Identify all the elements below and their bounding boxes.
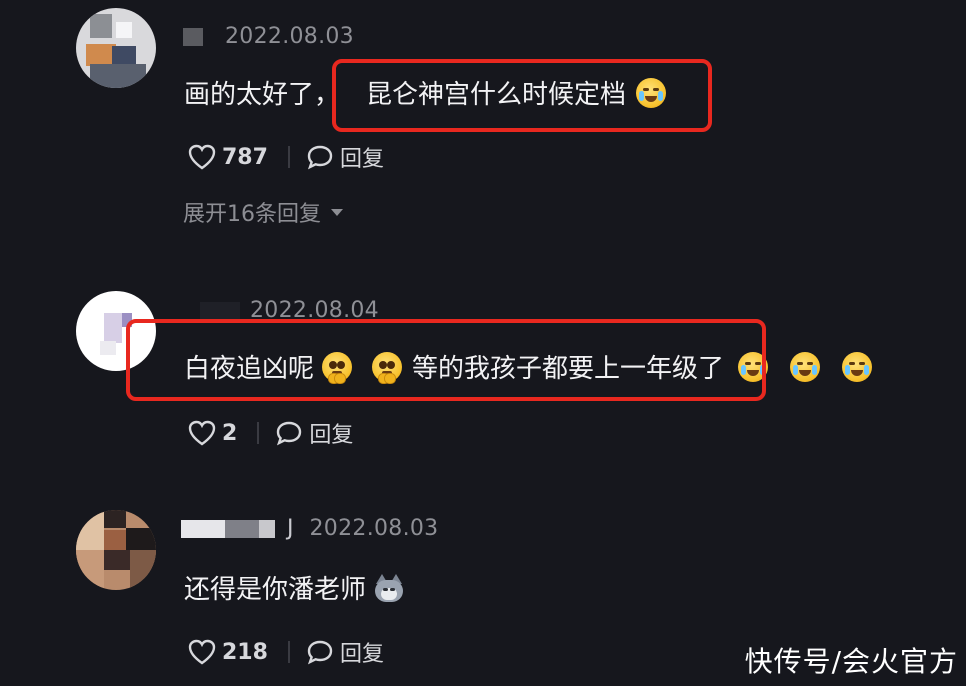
comment-text: 还得是你潘老师 <box>184 569 404 606</box>
divider <box>287 641 290 663</box>
reply-label: 回复 <box>309 423 354 448</box>
comment-bubble-icon <box>277 421 302 446</box>
heart-icon <box>188 144 216 170</box>
tears-of-joy-icon <box>842 351 873 382</box>
like-count: 787 <box>222 144 268 170</box>
username-blurred <box>181 519 225 538</box>
comment-date: 2022.08.03 <box>309 516 439 541</box>
like-button[interactable]: 218 <box>188 639 268 665</box>
comments-screen: 2022.08.03 画的太好了， 昆仑神宫什么时候定档 787 回复 展开16… <box>0 0 966 686</box>
highlight-box <box>332 59 712 132</box>
reply-label: 回复 <box>339 642 384 667</box>
highlight-box <box>126 319 766 401</box>
divider <box>287 146 290 168</box>
comment-text-body: 还得是你潘老师 <box>184 575 367 605</box>
comment-text-prefix: 画的太好了， <box>184 80 341 110</box>
comment-bubble-icon <box>307 640 333 665</box>
username-tail: J <box>287 516 294 541</box>
comment-actions: 2 回复 <box>188 417 353 449</box>
reply-button[interactable]: 回复 <box>306 636 384 668</box>
reply-button[interactable]: 回复 <box>275 417 353 449</box>
avatar[interactable] <box>76 510 156 590</box>
like-count: 218 <box>222 639 268 665</box>
username-blurred <box>200 301 240 320</box>
like-count: 2 <box>222 420 238 446</box>
caret-down-icon <box>331 208 343 216</box>
comment-bubble-icon <box>307 145 333 170</box>
cat-face-icon <box>374 573 404 602</box>
divider <box>257 422 260 444</box>
username-blurred <box>259 519 275 538</box>
username-blurred <box>225 519 259 538</box>
comment-date: 2022.08.03 <box>225 24 354 49</box>
comment-actions: 218 回复 <box>188 636 384 668</box>
expand-replies-label: 展开16条回复 <box>183 202 321 227</box>
reply-label: 回复 <box>339 147 384 172</box>
like-button[interactable]: 787 <box>188 144 268 170</box>
comment-actions: 787 回复 <box>188 141 384 173</box>
like-button[interactable]: 2 <box>188 420 237 446</box>
comment-meta: J 2022.08.03 <box>181 516 438 541</box>
reply-button[interactable]: 回复 <box>306 141 384 173</box>
watermark: 快传号/会火官方 <box>744 645 958 678</box>
avatar[interactable] <box>76 8 156 88</box>
heart-icon <box>188 639 216 665</box>
expand-replies-button[interactable]: 展开16条回复 <box>183 196 343 228</box>
tears-of-joy-icon <box>790 351 821 382</box>
heart-icon <box>188 420 216 446</box>
username-blurred <box>183 27 203 46</box>
comment-meta: 2022.08.03 <box>183 24 354 49</box>
